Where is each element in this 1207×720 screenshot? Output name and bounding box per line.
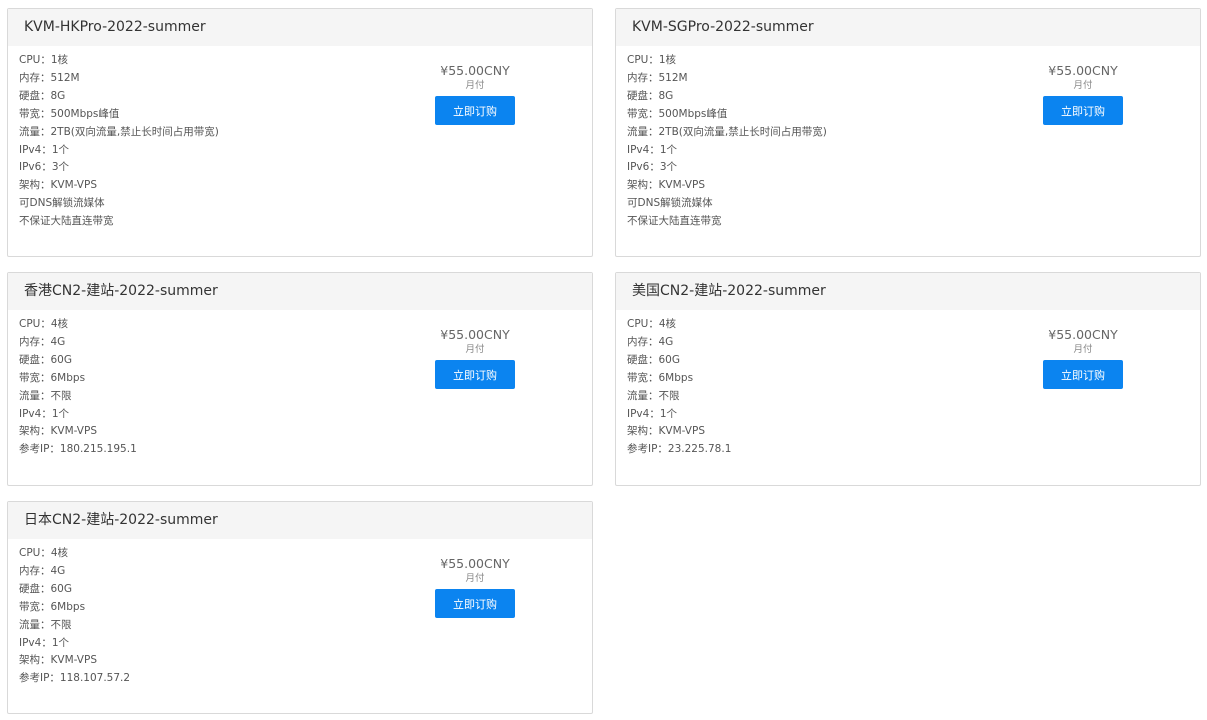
price: ¥55.00CNY — [440, 327, 510, 342]
spec-traffic: 流量：不限 — [19, 389, 72, 402]
order-now-button[interactable]: 立即订购 — [1043, 96, 1123, 125]
product-body: CPU：1核 内存：512M 硬盘：8G 带宽：500Mbps峰值 流量：2TB… — [8, 46, 592, 231]
spec-arch: 架构：KVM-VPS — [19, 179, 97, 192]
order-now-button[interactable]: 立即订购 — [435, 589, 515, 618]
product-card-kvm-hkpro: KVM-HKPro-2022-summer CPU：1核 内存：512M 硬盘：… — [7, 8, 593, 257]
spec-ipv4: IPv4：1个 — [627, 407, 678, 420]
spec-arch: 架构：KVM-VPS — [627, 179, 705, 192]
product-title: 美国CN2-建站-2022-summer — [616, 273, 1200, 310]
spec-arch: 架构：KVM-VPS — [627, 425, 705, 438]
spec-dns-unlock: 可DNS解锁流媒体 — [19, 197, 105, 210]
price-box: ¥55.00CNY 月付 立即订购 — [435, 63, 515, 125]
spec-ipv6: IPv6：3个 — [627, 161, 678, 174]
product-title: 日本CN2-建站-2022-summer — [8, 502, 592, 539]
spec-ipv4: IPv4：1个 — [19, 407, 70, 420]
billing-period: 月付 — [1073, 80, 1093, 91]
price-box: ¥55.00CNY 月付 立即订购 — [1043, 327, 1123, 389]
spec-reference-ip: 参考IP：23.225.78.1 — [627, 443, 732, 456]
product-title: KVM-SGPro-2022-summer — [616, 9, 1200, 46]
billing-period: 月付 — [465, 80, 485, 91]
price: ¥55.00CNY — [1048, 63, 1118, 78]
spec-arch: 架构：KVM-VPS — [19, 425, 97, 438]
product-body: CPU：4核 内存：4G 硬盘：60G 带宽：6Mbps 流量：不限 IPv4：… — [616, 310, 1200, 459]
product-card-us-cn2: 美国CN2-建站-2022-summer CPU：4核 内存：4G 硬盘：60G… — [615, 272, 1201, 486]
product-title: KVM-HKPro-2022-summer — [8, 9, 592, 46]
spec-ipv4: IPv4：1个 — [19, 143, 70, 156]
spec-note: 不保证大陆直连带宽 — [627, 215, 722, 228]
spec-reference-ip: 参考IP：180.215.195.1 — [19, 443, 137, 456]
spec-dns-unlock: 可DNS解锁流媒体 — [627, 197, 713, 210]
price: ¥55.00CNY — [1048, 327, 1118, 342]
spec-reference-ip: 参考IP：118.107.57.2 — [19, 672, 131, 685]
spec-ipv6: IPv6：3个 — [19, 161, 70, 174]
spec-ipv4: IPv4：1个 — [627, 143, 678, 156]
price-box: ¥55.00CNY 月付 立即订购 — [1043, 63, 1123, 125]
billing-period: 月付 — [465, 573, 485, 584]
product-body: CPU：1核 内存：512M 硬盘：8G 带宽：500Mbps峰值 流量：2TB… — [616, 46, 1200, 231]
order-now-button[interactable]: 立即订购 — [435, 96, 515, 125]
product-card-kvm-sgpro: KVM-SGPro-2022-summer CPU：1核 内存：512M 硬盘：… — [615, 8, 1201, 257]
product-card-hk-cn2: 香港CN2-建站-2022-summer CPU：4核 内存：4G 硬盘：60G… — [7, 272, 593, 486]
spec-traffic: 流量：2TB(双向流量,禁止长时间占用带宽) — [627, 125, 827, 138]
order-now-button[interactable]: 立即订购 — [1043, 360, 1123, 389]
spec-traffic: 流量：不限 — [627, 389, 680, 402]
price: ¥55.00CNY — [440, 63, 510, 78]
order-now-button[interactable]: 立即订购 — [435, 360, 515, 389]
spec-traffic: 流量：不限 — [19, 618, 72, 631]
spec-traffic: 流量：2TB(双向流量,禁止长时间占用带宽) — [19, 125, 219, 138]
spec-note: 不保证大陆直连带宽 — [19, 215, 114, 228]
product-body: CPU：4核 内存：4G 硬盘：60G 带宽：6Mbps 流量：不限 IPv4：… — [8, 539, 592, 688]
price-box: ¥55.00CNY 月付 立即订购 — [435, 327, 515, 389]
spec-arch: 架构：KVM-VPS — [19, 654, 97, 667]
product-title: 香港CN2-建站-2022-summer — [8, 273, 592, 310]
spec-ipv4: IPv4：1个 — [19, 636, 70, 649]
product-card-jp-cn2: 日本CN2-建站-2022-summer CPU：4核 内存：4G 硬盘：60G… — [7, 501, 593, 714]
billing-period: 月付 — [465, 344, 485, 355]
price: ¥55.00CNY — [440, 556, 510, 571]
product-body: CPU：4核 内存：4G 硬盘：60G 带宽：6Mbps 流量：不限 IPv4：… — [8, 310, 592, 459]
price-box: ¥55.00CNY 月付 立即订购 — [435, 556, 515, 618]
billing-period: 月付 — [1073, 344, 1093, 355]
